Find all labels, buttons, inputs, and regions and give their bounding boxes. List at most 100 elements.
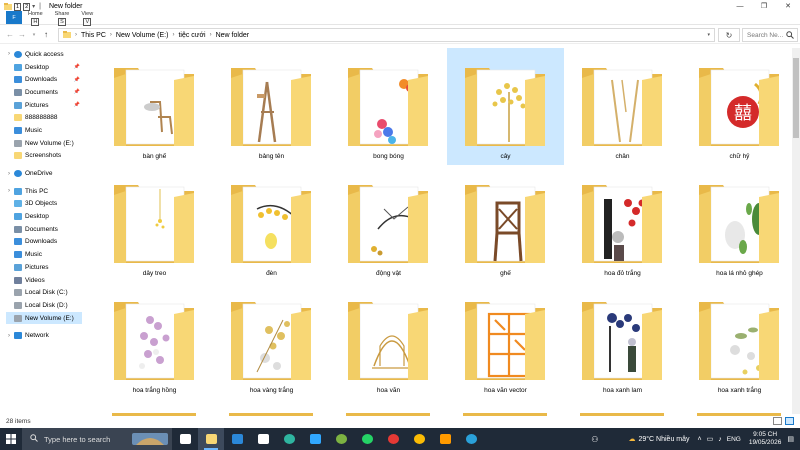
sidebar-item-downloads[interactable]: Downloads xyxy=(6,236,82,249)
folder-item[interactable]: hoa xanh lam xyxy=(564,282,681,399)
notification-icon[interactable]: ▤ xyxy=(787,435,794,443)
large-icons-view-button[interactable] xyxy=(785,417,794,425)
folder-item[interactable]: bong bóng xyxy=(330,48,447,165)
folder-item[interactable]: hoa đỏ trắng xyxy=(564,165,681,282)
vertical-scrollbar[interactable] xyxy=(792,48,800,414)
tab-view-keytip: V xyxy=(83,18,92,26)
illustrator-taskbar-button[interactable] xyxy=(432,428,458,450)
photoshop-taskbar-button[interactable] xyxy=(302,428,328,450)
up-button[interactable]: ↑ xyxy=(40,28,52,42)
folder-item[interactable]: 囍 chữ hỷ xyxy=(681,48,786,165)
folder-item[interactable]: bàn ghế xyxy=(96,48,213,165)
sidebar-item-888888888[interactable]: 888888888 xyxy=(6,111,82,124)
folder-icon xyxy=(346,62,430,148)
tab-home[interactable]: Home H xyxy=(22,11,49,26)
sidebar-item-network[interactable]: › Network xyxy=(6,329,82,342)
weather-text[interactable]: 29°C Nhiều mây xyxy=(638,436,689,443)
settings-taskbar-button[interactable] xyxy=(328,428,354,450)
address-bar[interactable]: › This PC › New Volume (E:) › tiệc cưới … xyxy=(58,28,715,42)
language-indicator[interactable]: ENG xyxy=(727,436,741,443)
folder-name: hoa văn vector xyxy=(484,387,527,394)
folder-icon[interactable] xyxy=(4,2,12,10)
app-taskbar-button[interactable] xyxy=(380,428,406,450)
folder-item[interactable]: hoa văn xyxy=(330,282,447,399)
sidebar-item-pictures[interactable]: Pictures xyxy=(6,261,82,274)
folder-item[interactable]: động vật xyxy=(330,165,447,282)
sidebar-item-this-pc[interactable]: › This PC xyxy=(6,185,82,198)
folder-item[interactable]: hoa lá nhỏ ghép xyxy=(681,165,786,282)
sidebar-item-local-disk-d[interactable]: Local Disk (D:) xyxy=(6,299,82,312)
folder-name: bảng tên xyxy=(258,153,285,160)
folder-item[interactable]: dây treo xyxy=(96,165,213,282)
sidebar-item-new-volume-e[interactable]: New Volume (E:) xyxy=(6,311,82,325)
store-taskbar-button[interactable] xyxy=(224,428,250,450)
minimize-button[interactable]: — xyxy=(728,0,752,12)
folder-item[interactable]: chân xyxy=(564,48,681,165)
person-icon[interactable]: ⚇ xyxy=(591,435,598,444)
back-button[interactable]: ← xyxy=(4,28,16,42)
folder-item[interactable]: hoa vàng trắng xyxy=(213,282,330,399)
sidebar-item-desktop[interactable]: Desktop xyxy=(6,210,82,223)
search-input[interactable]: Search Ne... xyxy=(742,28,798,42)
scrollbar-thumb[interactable] xyxy=(793,58,799,138)
folder-item[interactable]: cây xyxy=(447,48,564,165)
close-button[interactable]: ✕ xyxy=(776,0,800,12)
task-view-taskbar-button[interactable] xyxy=(172,428,198,450)
sidebar-item-new-volume-e[interactable]: New Volume (E:) xyxy=(6,137,82,150)
chrome-icon xyxy=(413,434,425,444)
taskbar-search[interactable]: Type here to search xyxy=(22,428,172,450)
breadcrumb-new-volume[interactable]: New Volume (E:) xyxy=(113,32,172,39)
folder-item[interactable]: bảng tên xyxy=(213,48,330,165)
breadcrumb-new-folder[interactable]: New folder xyxy=(213,32,252,39)
network-icon[interactable]: ▭ xyxy=(707,435,714,443)
window-title: New folder xyxy=(48,2,83,10)
folder-name: chữ hỷ xyxy=(729,153,750,160)
tab-view[interactable]: View V xyxy=(75,11,99,26)
tab-share[interactable]: Share S xyxy=(49,11,76,26)
mail-taskbar-button[interactable] xyxy=(250,428,276,450)
sidebar-item-onedrive[interactable]: › OneDrive xyxy=(6,167,82,180)
volume-icon[interactable]: ♪ xyxy=(718,436,722,443)
telegram-taskbar-button[interactable] xyxy=(458,428,484,450)
sidebar-item-local-disk-c[interactable]: Local Disk (C:) xyxy=(6,286,82,299)
tab-file[interactable]: F xyxy=(6,11,22,24)
clock[interactable]: 9:05 CH 19/05/2026 xyxy=(743,431,788,447)
address-dropdown-icon[interactable]: ▾ xyxy=(707,32,710,38)
sidebar-item-quick-access[interactable]: › Quick access xyxy=(6,48,82,61)
qat-dropdown-icon[interactable]: ▾ xyxy=(32,3,35,10)
edge-taskbar-button[interactable] xyxy=(276,428,302,450)
folder-item[interactable]: ghế xyxy=(447,165,564,282)
drive-icon xyxy=(14,301,22,309)
sidebar-item-music[interactable]: Music xyxy=(6,248,82,261)
sidebar-item-documents[interactable]: Documents 📌 xyxy=(6,86,82,99)
folder-name: đèn xyxy=(266,270,277,277)
folder-item[interactable]: hoa văn vector xyxy=(447,282,564,399)
restore-button[interactable]: ❐ xyxy=(752,0,776,12)
breadcrumb-tiec-cuoi[interactable]: tiệc cưới xyxy=(175,32,208,39)
recent-locations-button[interactable]: ▾ xyxy=(28,28,40,42)
folder-item[interactable]: đèn xyxy=(213,165,330,282)
folder-icon xyxy=(346,296,430,382)
tab-share-label: Share xyxy=(54,11,70,17)
details-view-button[interactable] xyxy=(773,417,782,425)
chevron-up-icon[interactable]: ˄ xyxy=(698,436,702,443)
folder-item[interactable]: hoa trắng hồng xyxy=(96,282,213,399)
sidebar-item-desktop[interactable]: Desktop 📌 xyxy=(6,61,82,74)
forward-button[interactable]: → xyxy=(16,28,28,42)
file-explorer-taskbar-button[interactable] xyxy=(198,428,224,450)
sidebar-item-videos[interactable]: Videos xyxy=(6,274,82,287)
sidebar-item-label: Network xyxy=(25,332,49,340)
start-button[interactable] xyxy=(0,428,22,450)
sidebar-item-screenshots[interactable]: Screenshots xyxy=(6,150,82,163)
taskbar-search-placeholder: Type here to search xyxy=(44,434,111,444)
breadcrumb-this-pc[interactable]: This PC xyxy=(78,32,109,39)
sidebar-item-documents[interactable]: Documents xyxy=(6,223,82,236)
chrome-taskbar-button[interactable] xyxy=(406,428,432,450)
sidebar-item-3d-objects[interactable]: 3D Objects xyxy=(6,198,82,211)
refresh-button[interactable]: ↻ xyxy=(718,28,740,42)
sidebar-item-pictures[interactable]: Pictures 📌 xyxy=(6,99,82,112)
sidebar-item-music[interactable]: Music xyxy=(6,124,82,137)
sidebar-item-downloads[interactable]: Downloads 📌 xyxy=(6,73,82,86)
whatsapp-taskbar-button[interactable] xyxy=(354,428,380,450)
folder-item[interactable]: hoa xanh trắng xyxy=(681,282,786,399)
